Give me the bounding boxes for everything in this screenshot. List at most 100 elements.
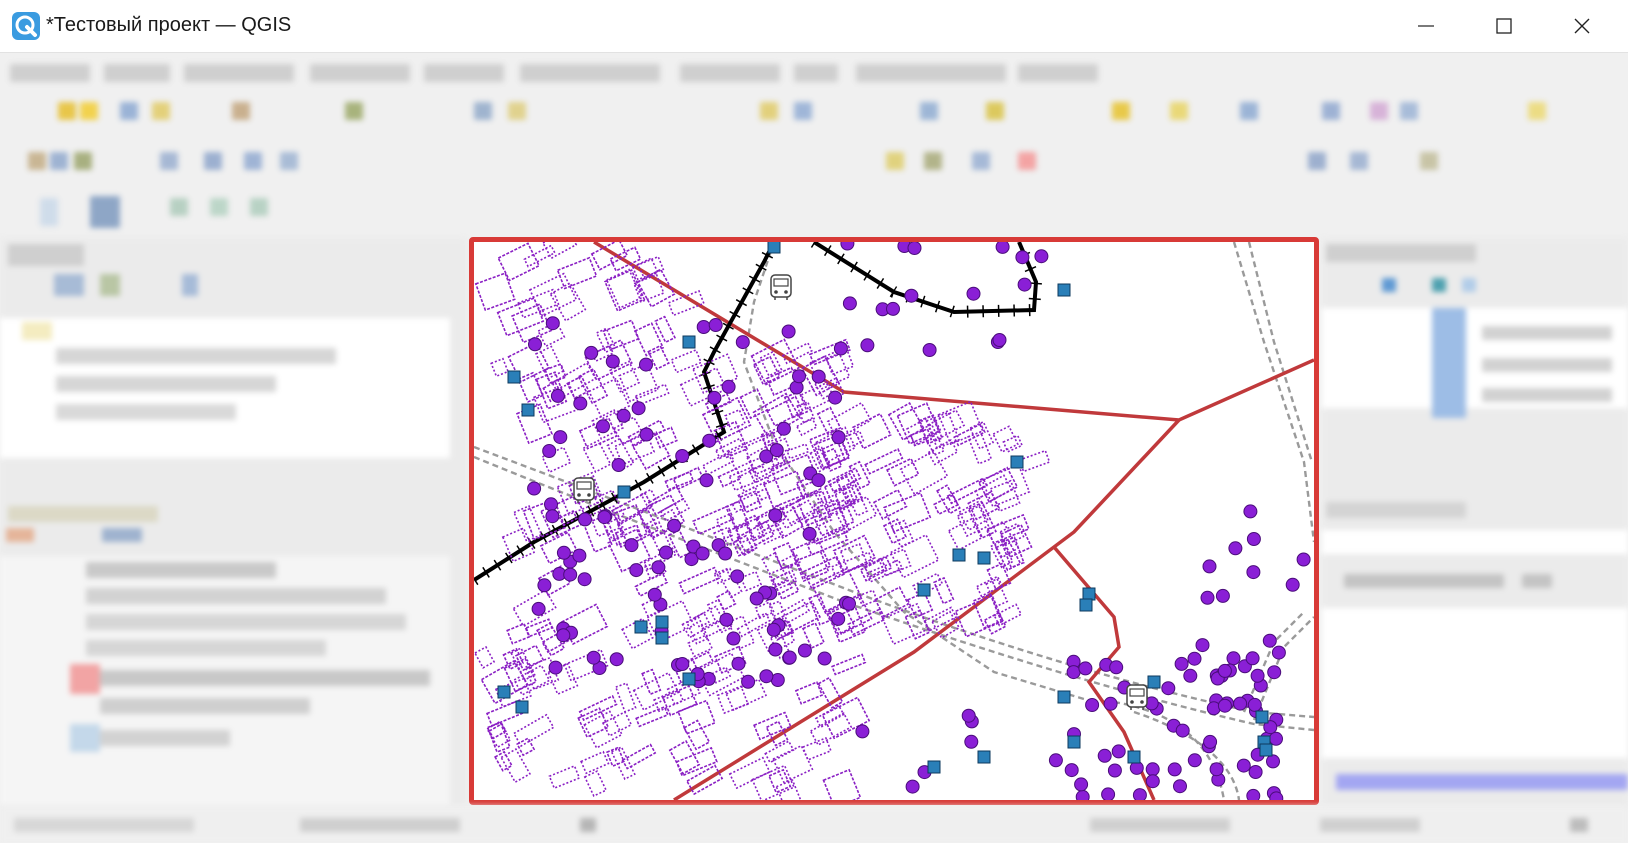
poi-point (721, 379, 736, 394)
close-button[interactable] (1543, 0, 1621, 52)
input-field[interactable] (1322, 530, 1628, 554)
menu-item[interactable] (1018, 64, 1098, 82)
toolbar-button[interactable] (1322, 102, 1340, 120)
toolbar-button[interactable] (58, 102, 76, 120)
toolbar-button[interactable] (1240, 102, 1258, 120)
toolbar-button[interactable] (1528, 102, 1546, 120)
layer-item[interactable] (100, 698, 310, 714)
toolbar-button[interactable] (170, 198, 188, 216)
toolbar-button[interactable] (1018, 152, 1036, 170)
stop-marker (1255, 710, 1269, 724)
maximize-button[interactable] (1465, 0, 1543, 52)
building-outline (549, 281, 587, 322)
map-svg[interactable] (474, 242, 1314, 800)
panel-tool[interactable] (1382, 278, 1396, 292)
menu-item[interactable] (310, 64, 410, 82)
toolbar-button[interactable] (210, 198, 228, 216)
poi-point (1245, 651, 1260, 666)
stop-marker (927, 760, 941, 774)
toolbar-button[interactable] (40, 198, 58, 226)
toolbar-button[interactable] (1308, 152, 1326, 170)
toolbar-button[interactable] (120, 102, 138, 120)
toolbar-button[interactable] (508, 102, 526, 120)
toolbar-button[interactable] (80, 102, 98, 120)
toolbar-button[interactable] (1370, 102, 1388, 120)
toolbar-row-1 (0, 92, 1628, 136)
toolbar-button[interactable] (474, 102, 492, 120)
panel-tool[interactable] (1462, 278, 1476, 292)
property-row[interactable] (1482, 358, 1612, 372)
toolbar-button[interactable] (250, 198, 268, 216)
property-row[interactable] (1482, 388, 1612, 402)
poi-point (905, 779, 920, 794)
toolbar-button[interactable] (1112, 102, 1130, 120)
toolbar-button[interactable] (152, 102, 170, 120)
toolbar-button[interactable] (280, 152, 298, 170)
layer-item[interactable] (86, 588, 386, 604)
poi-point (708, 318, 723, 332)
layers-tools[interactable] (8, 506, 158, 522)
left-panel (0, 238, 466, 806)
menu-item[interactable] (680, 64, 780, 82)
toolbar-button[interactable] (924, 152, 942, 170)
building-outline (603, 269, 646, 312)
menu-item[interactable] (520, 64, 660, 82)
tree-item[interactable] (56, 404, 236, 420)
poi-point (886, 301, 900, 316)
poi-point (1187, 753, 1202, 768)
poi-point (1267, 665, 1282, 680)
toolbar-button[interactable] (160, 152, 178, 170)
panel-tool[interactable] (182, 274, 198, 296)
toolbar-button[interactable] (1420, 152, 1438, 170)
toolbar-button[interactable] (204, 152, 222, 170)
toolbar-button[interactable] (1170, 102, 1188, 120)
menu-item[interactable] (10, 64, 90, 82)
layer-item[interactable] (86, 614, 406, 630)
toolbar-button[interactable] (986, 102, 1004, 120)
list-area[interactable] (1322, 608, 1628, 758)
menu-item[interactable] (794, 64, 838, 82)
building-outline (474, 645, 496, 669)
panel-tool[interactable] (1432, 278, 1446, 292)
toolbar-button[interactable] (760, 102, 778, 120)
layer-item[interactable] (86, 562, 276, 578)
poi-point (556, 545, 571, 560)
panel-tool[interactable] (100, 274, 120, 296)
building-outline (759, 350, 783, 377)
toolbar-button[interactable] (74, 152, 92, 170)
menu-item[interactable] (856, 64, 1006, 82)
minimize-button[interactable] (1387, 0, 1465, 52)
map-canvas[interactable] (469, 237, 1319, 805)
layers-tool[interactable] (6, 528, 34, 542)
toolbar-button[interactable] (972, 152, 990, 170)
building-outline (497, 242, 541, 282)
toolbar-button[interactable] (1400, 102, 1418, 120)
toolbar-button[interactable] (345, 102, 363, 120)
layer-item[interactable] (100, 730, 230, 746)
toolbar-button[interactable] (920, 102, 938, 120)
tree-item[interactable] (22, 322, 52, 340)
menu-item[interactable] (104, 64, 170, 82)
layers-tool[interactable] (102, 528, 142, 542)
minimize-icon (1418, 25, 1434, 27)
toolbar-button[interactable] (232, 102, 250, 120)
layer-item[interactable] (100, 670, 430, 686)
building-outline (989, 479, 1021, 513)
toolbar-button[interactable] (90, 196, 120, 228)
menu-item[interactable] (424, 64, 504, 82)
toolbar-button[interactable] (28, 152, 46, 170)
layer-item[interactable] (86, 640, 326, 656)
building-outline (864, 448, 904, 475)
property-row[interactable] (1482, 326, 1612, 340)
toolbar-button[interactable] (50, 152, 68, 170)
toolbar-button[interactable] (1350, 152, 1368, 170)
toolbar-button[interactable] (886, 152, 904, 170)
poi-point (639, 427, 654, 442)
menu-item[interactable] (184, 64, 294, 82)
panel-tool[interactable] (54, 274, 84, 296)
tree-item[interactable] (56, 348, 336, 364)
toolbar-button[interactable] (794, 102, 812, 120)
tree-item[interactable] (56, 376, 276, 392)
toolbar-button[interactable] (244, 152, 262, 170)
building-outline (899, 449, 949, 496)
